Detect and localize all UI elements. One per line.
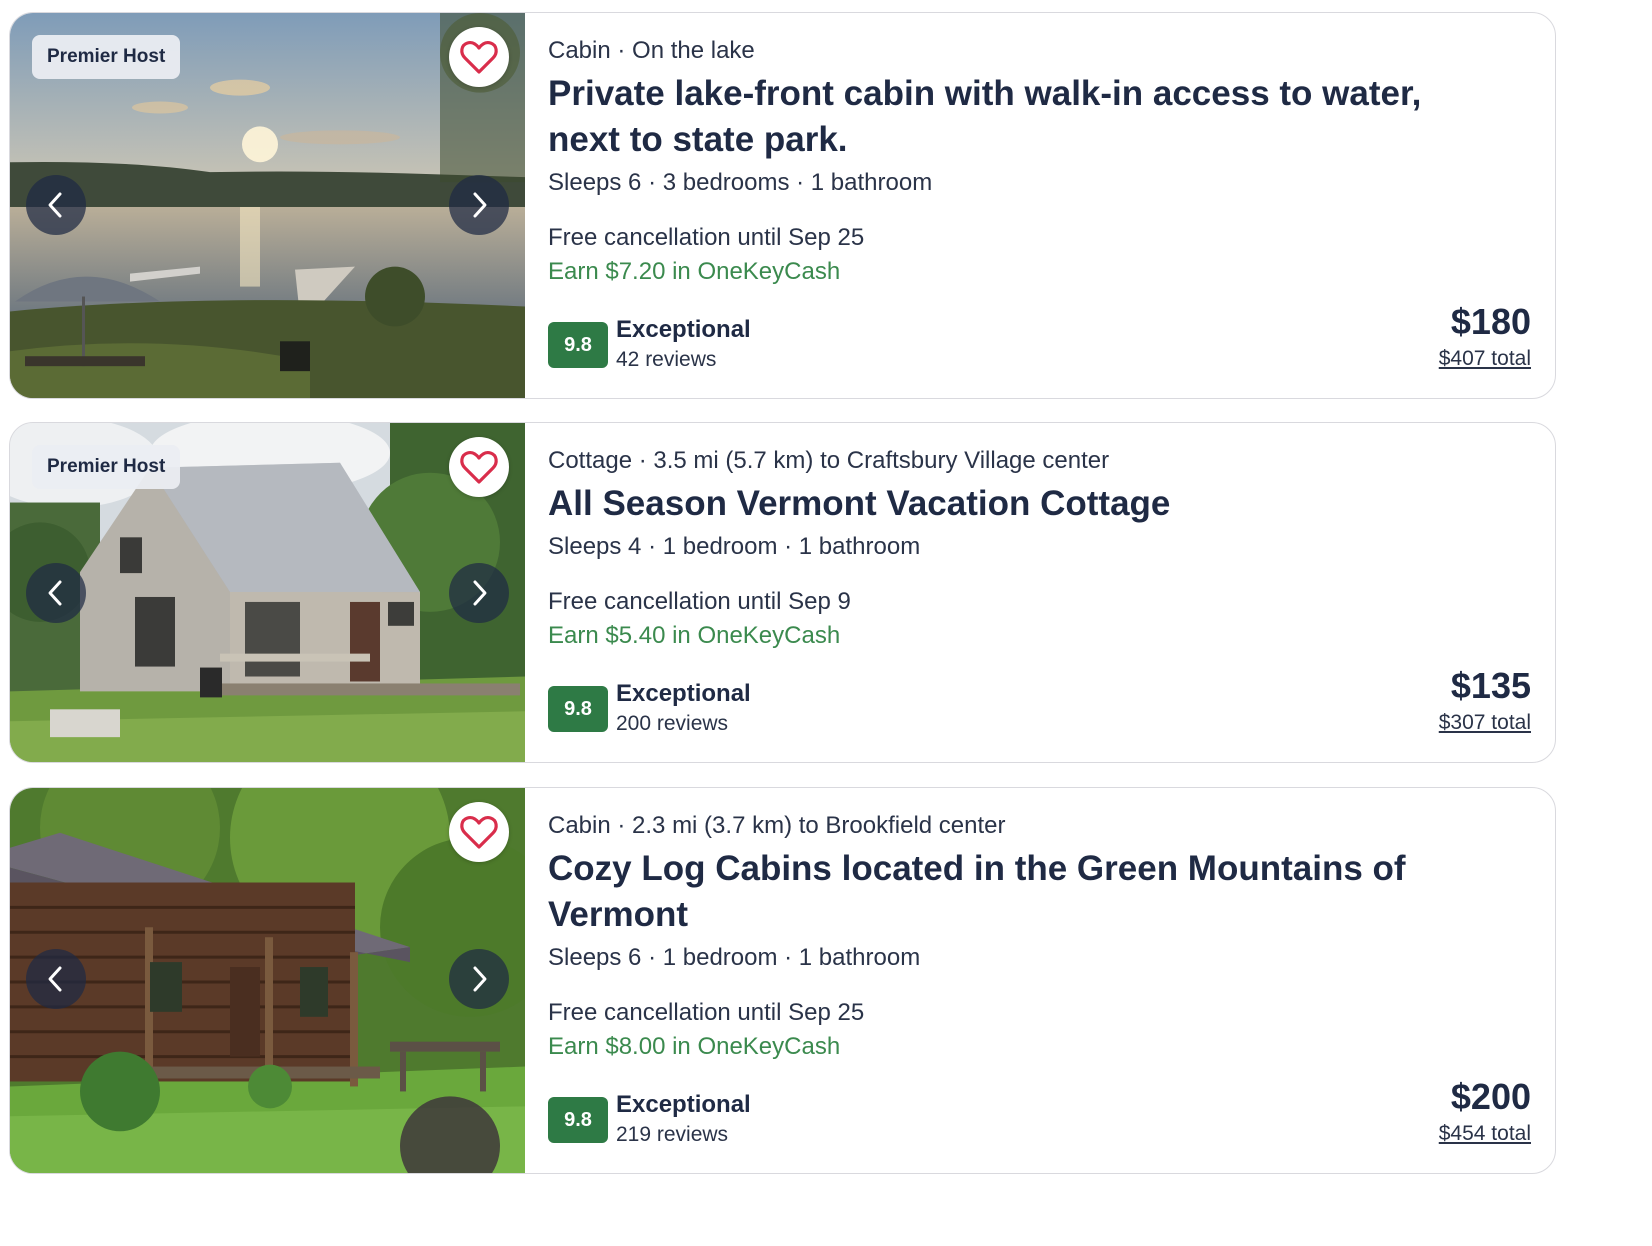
nightly-price: $200 bbox=[1450, 1076, 1531, 1117]
cancellation-policy: Free cancellation until Sep 9 bbox=[548, 588, 851, 615]
price-block: $200 $454 total bbox=[1439, 1075, 1531, 1149]
listing-info: Cottage · 3.5 mi (5.7 km) to Craftsbury … bbox=[548, 443, 1531, 762]
nightly-price: $180 bbox=[1450, 301, 1531, 342]
listing-photo[interactable]: Premier Host bbox=[10, 13, 525, 398]
property-type: Cottage · 3.5 mi (5.7 km) to Craftsbury … bbox=[548, 447, 1110, 474]
previous-photo-button[interactable] bbox=[26, 563, 86, 623]
rating-label: Exceptional bbox=[616, 316, 751, 343]
chevron-right-icon bbox=[473, 580, 487, 606]
chevron-left-icon bbox=[48, 192, 62, 218]
next-photo-button[interactable] bbox=[449, 175, 509, 235]
listing-card[interactable]: Premier Host Cottage · 3.5 mi (5.7 km) t… bbox=[9, 422, 1556, 763]
premier-host-badge: Premier Host bbox=[32, 35, 181, 79]
favorite-button[interactable] bbox=[449, 802, 509, 862]
premier-host-badge: Premier Host bbox=[32, 445, 181, 489]
price-block: $135 $307 total bbox=[1439, 664, 1531, 738]
review-count: 200 reviews bbox=[616, 712, 729, 735]
listing-amenities: Sleeps 6 · 3 bedrooms · 1 bathroom bbox=[548, 169, 933, 196]
rating-score: 9.8 bbox=[548, 1097, 608, 1143]
rating-summary: 9.8 Exceptional 219 reviews bbox=[548, 1089, 751, 1149]
review-count: 42 reviews bbox=[616, 348, 717, 371]
heart-icon bbox=[460, 451, 498, 484]
onekeycash-reward: Earn $5.40 in OneKeyCash bbox=[548, 622, 841, 649]
listing-info: Cabin · On the lake Private lake-front c… bbox=[548, 33, 1531, 398]
next-photo-button[interactable] bbox=[449, 949, 509, 1009]
chevron-left-icon bbox=[48, 580, 62, 606]
favorite-button[interactable] bbox=[449, 437, 509, 497]
listing-info: Cabin · 2.3 mi (3.7 km) to Brookfield ce… bbox=[548, 808, 1531, 1173]
total-price-link[interactable]: $307 total bbox=[1439, 708, 1531, 738]
total-price-link[interactable]: $454 total bbox=[1439, 1119, 1531, 1149]
onekeycash-reward: Earn $7.20 in OneKeyCash bbox=[548, 258, 841, 285]
previous-photo-button[interactable] bbox=[26, 175, 86, 235]
rating-score: 9.8 bbox=[548, 322, 608, 368]
onekeycash-reward: Earn $8.00 in OneKeyCash bbox=[548, 1033, 841, 1060]
chevron-left-icon bbox=[48, 966, 62, 992]
rating-summary: 9.8 Exceptional 42 reviews bbox=[548, 314, 751, 374]
price-block: $180 $407 total bbox=[1439, 300, 1531, 374]
rating-label: Exceptional bbox=[616, 1091, 751, 1118]
listing-title[interactable]: Private lake-front cabin with walk-in ac… bbox=[548, 71, 1468, 163]
listing-card[interactable]: Premier Host Cabin · On the lake Private… bbox=[9, 12, 1556, 399]
cancellation-policy: Free cancellation until Sep 25 bbox=[548, 224, 865, 251]
listing-photo[interactable] bbox=[10, 788, 525, 1173]
favorite-button[interactable] bbox=[449, 27, 509, 87]
next-photo-button[interactable] bbox=[449, 563, 509, 623]
chevron-right-icon bbox=[473, 966, 487, 992]
previous-photo-button[interactable] bbox=[26, 949, 86, 1009]
heart-icon bbox=[460, 41, 498, 74]
listing-card[interactable]: Cabin · 2.3 mi (3.7 km) to Brookfield ce… bbox=[9, 787, 1556, 1174]
listing-title[interactable]: Cozy Log Cabins located in the Green Mou… bbox=[548, 846, 1468, 938]
listing-title[interactable]: All Season Vermont Vacation Cottage bbox=[548, 481, 1468, 527]
heart-icon bbox=[460, 816, 498, 849]
review-count: 219 reviews bbox=[616, 1123, 729, 1146]
nightly-price: $135 bbox=[1450, 665, 1531, 706]
property-type: Cabin · 2.3 mi (3.7 km) to Brookfield ce… bbox=[548, 812, 1006, 839]
rating-summary: 9.8 Exceptional 200 reviews bbox=[548, 678, 751, 738]
property-type: Cabin · On the lake bbox=[548, 37, 755, 64]
chevron-right-icon bbox=[473, 192, 487, 218]
rating-score: 9.8 bbox=[548, 686, 608, 732]
log-cabin-photo bbox=[10, 788, 525, 1173]
listing-amenities: Sleeps 4 · 1 bedroom · 1 bathroom bbox=[548, 533, 921, 560]
total-price-link[interactable]: $407 total bbox=[1439, 344, 1531, 374]
rating-label: Exceptional bbox=[616, 680, 751, 707]
listing-amenities: Sleeps 6 · 1 bedroom · 1 bathroom bbox=[548, 944, 921, 971]
cancellation-policy: Free cancellation until Sep 25 bbox=[548, 999, 865, 1026]
listing-photo[interactable]: Premier Host bbox=[10, 423, 525, 762]
